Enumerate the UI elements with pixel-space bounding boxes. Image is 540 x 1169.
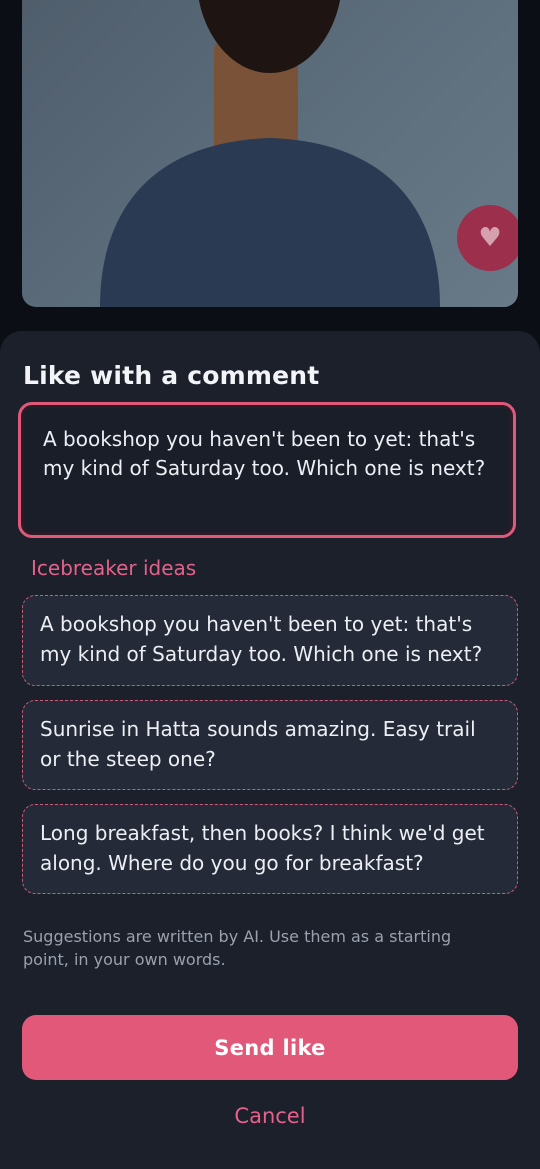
- icebreaker-suggestion[interactable]: Long breakfast, then books? I think we'd…: [22, 804, 518, 894]
- sheet-title: Like with a comment: [23, 361, 320, 390]
- heart-icon: ♥: [478, 223, 502, 253]
- ai-disclaimer: Suggestions are written by AI. Use them …: [23, 927, 452, 969]
- like-heart-button[interactable]: ♥: [457, 205, 518, 271]
- icebreaker-suggestion[interactable]: Sunrise in Hatta sounds amazing. Easy tr…: [22, 700, 518, 790]
- screen: ♥ Like with a comment A bookshop you hav…: [0, 0, 540, 1169]
- cancel-button[interactable]: Cancel: [170, 1096, 370, 1136]
- icebreaker-suggestion[interactable]: A bookshop you haven't been to yet: that…: [22, 595, 518, 686]
- profile-photo: ♥: [22, 0, 518, 307]
- icebreaker-label: Icebreaker ideas: [31, 556, 197, 580]
- comment-sheet: Like with a comment A bookshop you haven…: [0, 331, 540, 1169]
- person-portrait-illustration: [100, 0, 440, 307]
- comment-input[interactable]: A bookshop you haven't been to yet: that…: [18, 402, 516, 538]
- send-like-button[interactable]: Send like: [22, 1015, 518, 1080]
